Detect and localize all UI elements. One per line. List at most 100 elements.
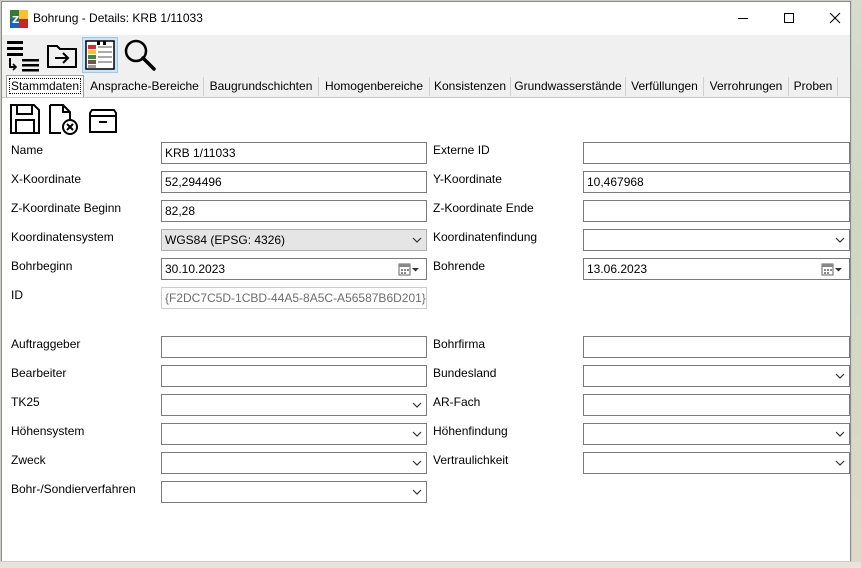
crs-label: Koordinatensystem — [11, 230, 114, 244]
ar-fach-label: AR-Fach — [433, 395, 481, 409]
bearbeiter-input[interactable] — [161, 365, 427, 387]
bohrfirma-input[interactable] — [583, 336, 850, 358]
archive-button[interactable] — [86, 102, 120, 136]
search-button[interactable] — [121, 37, 157, 73]
crs-value: WGS84 (EPSG: 4326) — [165, 233, 286, 247]
ar-fach-input[interactable] — [583, 394, 850, 416]
zweck-select[interactable] — [161, 452, 427, 474]
list-collapse-icon — [7, 41, 39, 72]
calendar-icon — [398, 263, 419, 276]
z-end-input[interactable] — [583, 200, 850, 222]
tab-label: Stammdaten — [8, 78, 82, 94]
chevron-down-icon — [412, 402, 422, 408]
auftraggeber-label: Auftraggeber — [11, 337, 81, 351]
archive-icon — [89, 109, 117, 133]
crs-select[interactable]: WGS84 (EPSG: 4326) — [161, 229, 427, 251]
maximize-button[interactable] — [766, 2, 812, 34]
name-value: KRB 1/11033 — [165, 146, 236, 160]
tab-grundwasserstaende[interactable]: Grundwasserstände — [511, 77, 626, 96]
close-button[interactable] — [812, 2, 858, 34]
hoehensystem-select[interactable] — [161, 423, 427, 445]
svg-text:Z: Z — [12, 15, 19, 26]
y-coordinate-value: 10,467968 — [587, 175, 644, 189]
bundesland-select[interactable] — [583, 365, 850, 387]
auftraggeber-input[interactable] — [161, 336, 427, 358]
chevron-down-icon — [835, 373, 845, 379]
koordinatenfindung-select[interactable] — [583, 229, 850, 251]
minimize-button[interactable] — [720, 2, 766, 34]
tk25-label: TK25 — [11, 395, 40, 409]
close-icon — [829, 12, 841, 24]
background-desktop — [852, 0, 861, 568]
toolbar — [2, 35, 850, 75]
chevron-down-icon — [835, 460, 845, 466]
import-button[interactable] — [44, 37, 80, 73]
tab-konsistenzen[interactable]: Konsistenzen — [430, 77, 511, 96]
layer-table-button[interactable] — [82, 37, 118, 73]
background-desktop-bottom — [0, 562, 861, 568]
name-input[interactable]: KRB 1/11033 — [161, 142, 427, 164]
hoehenfindung-select[interactable] — [583, 423, 850, 445]
externe-id-input[interactable] — [583, 142, 850, 164]
calendar-icon — [821, 263, 842, 276]
bearbeiter-label: Bearbeiter — [11, 366, 67, 380]
save-button[interactable] — [8, 102, 42, 136]
name-label: Name — [11, 143, 44, 157]
details-window: Z Bohrung - Details: KRB 1/11033 Stammda… — [1, 1, 851, 561]
tk25-select[interactable] — [161, 394, 427, 416]
externe-id-label: Externe ID — [433, 143, 490, 157]
chevron-down-icon — [412, 489, 422, 495]
vertraulichkeit-select[interactable] — [583, 452, 850, 474]
x-coordinate-input[interactable]: 52,294496 — [161, 171, 427, 193]
search-icon — [124, 39, 156, 71]
maximize-icon — [784, 13, 794, 23]
tab-homogenbereiche[interactable]: Homogenbereiche — [319, 77, 430, 96]
hoehensystem-label: Höhensystem — [11, 424, 85, 438]
list-collapse-button[interactable] — [5, 37, 41, 73]
tab-verfuellungen[interactable]: Verfüllungen — [626, 77, 704, 96]
chevron-down-icon — [412, 237, 422, 243]
discard-icon — [49, 104, 78, 135]
app-logo-icon: Z — [10, 10, 28, 28]
import-icon — [47, 45, 77, 68]
chevron-down-icon — [412, 460, 422, 466]
bohrende-date-picker[interactable]: 13.06.2023 — [583, 258, 850, 280]
hoehenfindung-label: Höhenfindung — [433, 424, 508, 438]
bohrende-label: Bohrende — [433, 259, 486, 273]
zweck-label: Zweck — [11, 453, 46, 467]
z-begin-value: 82,28 — [165, 204, 196, 218]
x-coordinate-value: 52,294496 — [165, 175, 222, 189]
title-bar: Z Bohrung - Details: KRB 1/11033 — [2, 2, 850, 34]
tab-ansprache-bereiche[interactable]: Ansprache-Bereiche — [86, 77, 204, 96]
tab-baugrundschichten[interactable]: Baugrundschichten — [204, 77, 319, 96]
save-icon — [10, 104, 40, 134]
tab-proben[interactable]: Proben — [789, 77, 838, 96]
verfahren-label: Bohr-/Sondierverfahren — [11, 482, 136, 496]
y-coordinate-input[interactable]: 10,467968 — [583, 171, 850, 193]
bohrbeginn-date-picker[interactable]: 30.10.2023 — [161, 258, 427, 280]
id-field: {F2DC7C5D-1CBD-44A5-8A5C-A56587B6D201} — [161, 287, 427, 309]
tab-bar: Stammdaten Ansprache-Bereiche Baugrundsc… — [2, 75, 850, 98]
window-title: Bohrung - Details: KRB 1/11033 — [33, 11, 203, 25]
minimize-icon — [738, 18, 748, 19]
tab-verrohrungen[interactable]: Verrohrungen — [704, 77, 789, 96]
bohrbeginn-label: Bohrbeginn — [11, 259, 73, 273]
bohrfirma-label: Bohrfirma — [433, 337, 486, 351]
chevron-down-icon — [835, 237, 845, 243]
z-end-label: Z-Koordinate Ende — [433, 201, 534, 215]
stammdaten-panel: Name X-Koordinate Z-Koordinate Beginn Ko… — [2, 98, 850, 561]
chevron-down-icon — [412, 431, 422, 437]
tab-stammdaten[interactable]: Stammdaten — [6, 75, 84, 97]
x-coordinate-label: X-Koordinate — [11, 172, 82, 186]
y-coordinate-label: Y-Koordinate — [433, 172, 502, 186]
z-begin-input[interactable]: 82,28 — [161, 200, 427, 222]
bundesland-label: Bundesland — [433, 366, 497, 380]
id-value: {F2DC7C5D-1CBD-44A5-8A5C-A56587B6D201} — [165, 291, 426, 305]
vertraulichkeit-label: Vertraulichkeit — [433, 453, 509, 467]
bohrende-value: 13.06.2023 — [587, 262, 648, 276]
bohrbeginn-value: 30.10.2023 — [165, 262, 226, 276]
verfahren-select[interactable] — [161, 481, 427, 503]
koordinatenfindung-label: Koordinatenfindung — [433, 230, 538, 244]
chevron-down-icon — [835, 431, 845, 437]
discard-button[interactable] — [46, 102, 80, 136]
